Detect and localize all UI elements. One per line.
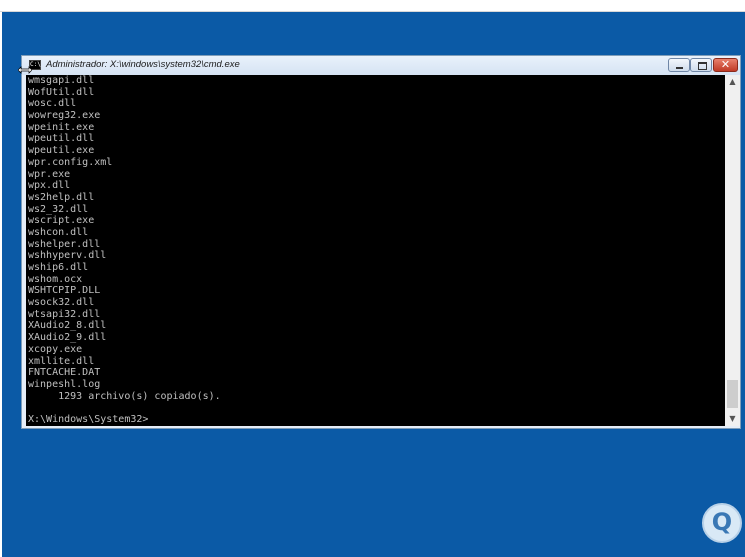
- console-line: 1293 archivo(s) copiado(s).: [28, 390, 221, 402]
- window-titlebar[interactable]: C:\ Administrador: X:\windows\system32\c…: [22, 56, 740, 75]
- maximize-button[interactable]: [690, 58, 712, 72]
- console-line: wsock32.dll: [28, 297, 95, 309]
- console-line: wowreg32.exe: [28, 110, 101, 122]
- console-line: wosc.dll: [28, 98, 77, 110]
- console-line: wship6.dll: [28, 262, 89, 273]
- close-icon: ✕: [720, 58, 731, 71]
- maximize-icon: [698, 62, 707, 70]
- top-strip: [0, 0, 745, 11]
- minimize-icon: [676, 67, 683, 69]
- console-line: wpeutil.dll: [28, 133, 95, 145]
- console-line: X:\Windows\System32>: [28, 413, 149, 425]
- console-output[interactable]: wmsgapi.dll WofUtil.dll wosc.dll wowreg32.e…: [26, 75, 725, 426]
- console-line: wscript.exe: [28, 215, 95, 227]
- close-button[interactable]: ✕: [713, 58, 738, 72]
- console-line: wpr.config.xml: [28, 156, 113, 168]
- console-line: wshelper.dll: [28, 238, 101, 250]
- minimize-button[interactable]: [668, 58, 690, 72]
- scroll-down-arrow-icon[interactable]: ▼: [725, 412, 740, 426]
- console-line: wpeutil.exe: [28, 145, 95, 157]
- scroll-thumb[interactable]: [727, 380, 738, 408]
- console-line: WSHTCPIP.DLL: [28, 285, 101, 297]
- window-title: Administrador: X:\windows\system32\cmd.e…: [46, 59, 240, 70]
- console-line: wpr.exe: [28, 168, 71, 180]
- console-line: wshom.ocx: [28, 273, 83, 285]
- console-line: wtsapi32.dll: [28, 308, 101, 320]
- console-line: ws2help.dll: [28, 191, 95, 203]
- console-line: WofUtil.dll: [28, 86, 95, 98]
- top-strip-divider: [0, 11, 745, 12]
- scroll-up-arrow-icon[interactable]: ▲: [725, 75, 740, 89]
- watermark-logo: Q: [702, 503, 742, 543]
- resize-cursor-icon: [18, 66, 32, 74]
- console-line: winpeshl.log: [28, 378, 101, 390]
- console-line: XAudio2_9.dll: [28, 332, 107, 344]
- console-line: wshhyperv.dll: [28, 250, 107, 262]
- vertical-scrollbar[interactable]: ▲ ▼: [725, 75, 740, 426]
- cmd-window: C:\ Administrador: X:\windows\system32\c…: [21, 55, 741, 429]
- watermark-letter: Q: [711, 508, 733, 536]
- left-edge: [0, 12, 2, 557]
- console-line: XAudio2_8.dll: [28, 320, 107, 332]
- console-line: wmsgapi.dll: [28, 75, 95, 86]
- console-line: FNTCACHE.DAT: [28, 367, 101, 379]
- console-line: ws2_32.dll: [28, 203, 89, 215]
- console-line: wpx.dll: [28, 180, 71, 192]
- console-line: xmllite.dll: [28, 355, 95, 367]
- console-line: wshcon.dll: [28, 226, 89, 238]
- console-line: xcopy.exe: [28, 343, 83, 355]
- console-line: wpeinit.exe: [28, 121, 95, 133]
